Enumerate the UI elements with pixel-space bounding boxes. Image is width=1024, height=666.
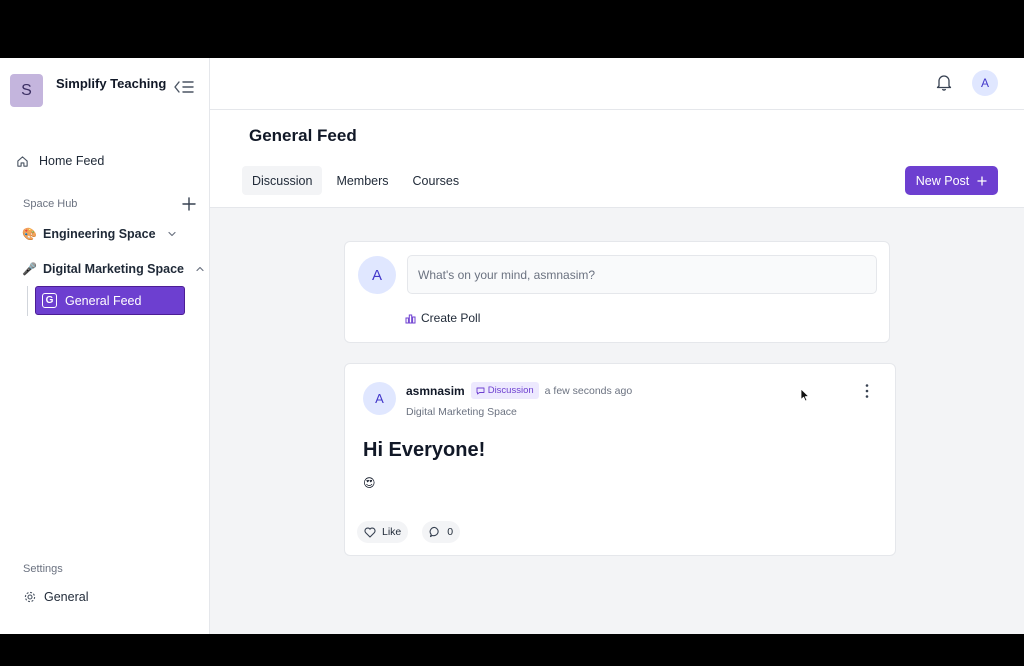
speech-bubble-icon: [476, 387, 485, 394]
composer-input[interactable]: [407, 255, 877, 294]
tab-bar: Discussion Members Courses: [242, 166, 469, 195]
sidebar-item-engineering-space[interactable]: 🎨 Engineering Space: [22, 225, 177, 243]
main-content: A General Feed Discussion Members Course…: [210, 58, 1024, 634]
mouse-cursor-icon: [800, 388, 809, 402]
settings-label: Settings: [23, 563, 63, 575]
post-meta: asmnasim Discussion a few seconds ago: [406, 382, 632, 399]
tree-connector: [27, 286, 28, 316]
post-composer: A Create Poll: [344, 241, 890, 343]
space-name: Digital Marketing Space: [43, 262, 185, 276]
post-actions: Like 0: [357, 521, 461, 543]
more-options-icon[interactable]: [861, 382, 873, 400]
space-hub-label: Space Hub: [23, 198, 78, 210]
bell-icon[interactable]: [936, 73, 952, 91]
post-body: 😍: [363, 476, 376, 490]
palette-icon: 🎨: [22, 227, 37, 241]
heart-icon: [364, 527, 376, 538]
new-post-label: New Post: [915, 173, 970, 188]
page-title: General Feed: [249, 126, 357, 145]
like-button[interactable]: Like: [357, 521, 409, 543]
tab-members[interactable]: Members: [326, 166, 398, 195]
post-badge-label: Discussion: [487, 385, 534, 396]
channel-label: General Feed: [65, 293, 142, 308]
home-icon: [17, 155, 28, 167]
post-card: A asmnasim Discussion a few seconds ago …: [344, 363, 896, 556]
sidebar-item-label: Home Feed: [39, 154, 105, 168]
sidebar-item-digital-marketing-space[interactable]: 🎤 Digital Marketing Space: [22, 260, 205, 278]
add-space-icon[interactable]: [181, 196, 197, 212]
comment-count: 0: [447, 526, 454, 538]
new-post-button[interactable]: New Post: [905, 166, 998, 195]
brand-name: Simplify Teaching: [56, 76, 167, 91]
post-author[interactable]: asmnasim: [406, 384, 465, 398]
sidebar-item-general-feed[interactable]: G General Feed: [35, 286, 185, 315]
gear-icon: [24, 591, 36, 603]
composer-avatar: A: [358, 256, 396, 294]
post-timestamp: a few seconds ago: [544, 384, 633, 397]
post-title: Hi Everyone!: [363, 439, 486, 461]
chevron-down-icon[interactable]: [167, 229, 177, 239]
space-name: Engineering Space: [43, 227, 156, 241]
top-bar: A: [210, 58, 1024, 110]
letterbox-top: [0, 0, 1024, 58]
sidebar: S Simplify Teaching Home Feed Space Hub …: [0, 58, 210, 634]
post-space-name[interactable]: Digital Marketing Space: [406, 406, 517, 418]
letterbox-bottom: [0, 634, 1024, 666]
settings-general-label: General: [44, 590, 89, 604]
like-label: Like: [382, 526, 402, 538]
feed-header: General Feed Discussion Members Courses …: [210, 110, 1024, 208]
channel-badge-icon: G: [42, 293, 57, 308]
sidebar-item-home-feed[interactable]: Home Feed: [16, 152, 104, 170]
sidebar-item-settings-general[interactable]: General: [24, 590, 88, 604]
post-type-badge: Discussion: [470, 382, 539, 399]
collapse-sidebar-icon[interactable]: [173, 78, 195, 96]
tab-discussion[interactable]: Discussion: [242, 166, 323, 195]
plus-icon: [977, 175, 987, 186]
comment-icon: [429, 526, 439, 538]
chevron-up-icon[interactable]: [195, 264, 205, 274]
brand-avatar[interactable]: S: [10, 74, 43, 107]
user-avatar[interactable]: A: [972, 70, 998, 96]
comment-button[interactable]: 0: [422, 521, 461, 543]
create-poll-button[interactable]: Create Poll: [405, 311, 480, 325]
app-window: S Simplify Teaching Home Feed Space Hub …: [0, 58, 1024, 634]
microphone-icon: 🎤: [22, 262, 37, 276]
post-author-avatar[interactable]: A: [363, 382, 396, 415]
bar-chart-icon: [405, 314, 416, 323]
tab-courses[interactable]: Courses: [403, 166, 470, 195]
create-poll-label: Create Poll: [421, 311, 481, 325]
